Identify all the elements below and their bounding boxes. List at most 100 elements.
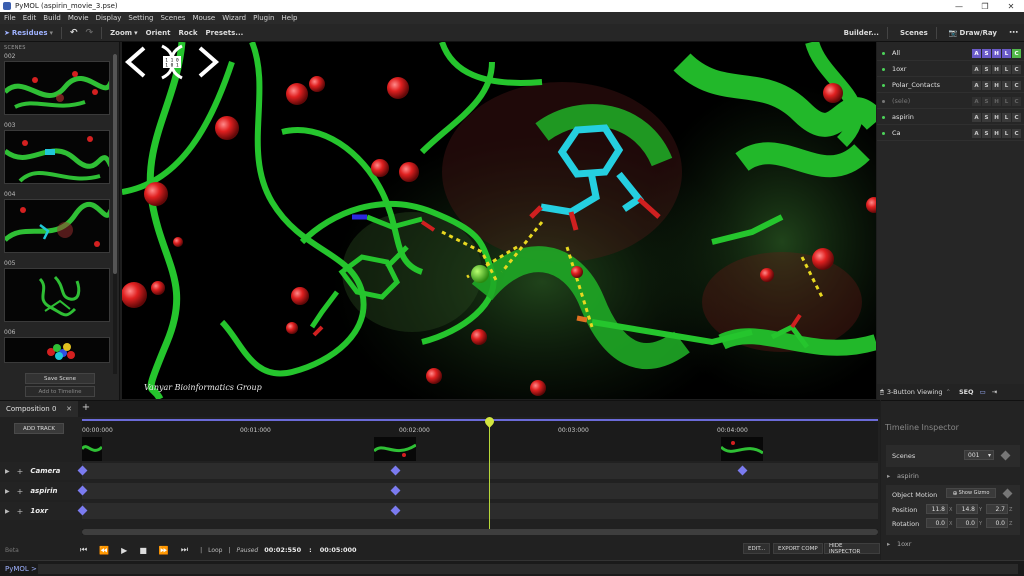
position-y-field[interactable]: 14.8: [956, 504, 978, 514]
visibility-dot-icon[interactable]: [882, 83, 885, 87]
rotation-z-field[interactable]: 0.0: [986, 518, 1008, 528]
edit-button[interactable]: EDIT...: [743, 543, 771, 554]
label-button[interactable]: L: [1002, 65, 1011, 74]
add-track-button[interactable]: ADD TRACK: [14, 423, 64, 434]
menu-movie[interactable]: Movie: [68, 14, 89, 22]
action-button[interactable]: A: [972, 97, 981, 106]
timeline-ruler[interactable]: 00:00:000 00:01:000 00:02:000 00:03:000 …: [82, 419, 878, 461]
menu-display[interactable]: Display: [96, 14, 122, 22]
chevron-up-icon[interactable]: ⌃: [945, 388, 950, 396]
scene-item[interactable]: 004: [4, 191, 112, 253]
menu-build[interactable]: Build: [43, 14, 61, 22]
scene-item[interactable]: 003: [4, 122, 112, 184]
menu-setting[interactable]: Setting: [128, 14, 153, 22]
track-lane[interactable]: [77, 503, 878, 519]
menu-edit[interactable]: Edit: [23, 14, 37, 22]
hide-button[interactable]: H: [992, 113, 1001, 122]
color-button[interactable]: C: [1012, 129, 1021, 138]
scene-item[interactable]: 005: [4, 260, 112, 322]
position-z-field[interactable]: 2.7: [986, 504, 1008, 514]
redo-icon[interactable]: ↷: [86, 28, 94, 38]
scene-thumbnail[interactable]: [4, 199, 110, 253]
molecular-viewport[interactable]: 1 1 0 1 0 1 Vanyar Bioinformatics Group: [122, 42, 876, 399]
scrollbar-thumb[interactable]: [113, 54, 117, 274]
seq-button[interactable]: SEQ: [959, 388, 974, 396]
keyframe-marker[interactable]: [390, 485, 401, 496]
menu-wizard[interactable]: Wizard: [222, 14, 246, 22]
close-tab-icon[interactable]: ✕: [66, 405, 72, 413]
position-x-field[interactable]: 11.8: [926, 504, 948, 514]
object-row-all[interactable]: All A S H L C: [877, 46, 1024, 61]
orient-button[interactable]: Orient: [146, 29, 171, 37]
rotation-x-field[interactable]: 0.0: [926, 518, 948, 528]
step-forward-icon[interactable]: ⏩: [159, 546, 169, 555]
color-button[interactable]: C: [1012, 113, 1021, 122]
scene-thumbnail[interactable]: [4, 61, 110, 115]
add-keyframe-icon[interactable]: +: [17, 467, 24, 476]
play-icon[interactable]: ▶: [121, 546, 127, 555]
movie-icon[interactable]: ▭: [980, 388, 986, 396]
scenes-scrollbar[interactable]: [113, 54, 117, 374]
visibility-dot-icon[interactable]: [882, 115, 885, 119]
action-button[interactable]: A: [972, 49, 981, 58]
label-button[interactable]: L: [1002, 49, 1011, 58]
expand-triangle-icon[interactable]: ▶: [5, 488, 10, 495]
object-row-ca[interactable]: Ca A S H L C: [877, 126, 1024, 141]
tab-composition-0[interactable]: Composition 0 ✕: [0, 401, 78, 417]
scene-select[interactable]: 001 ▾: [964, 450, 994, 460]
sidebar-toggle-icon[interactable]: ⇥: [992, 388, 997, 396]
label-button[interactable]: L: [1002, 113, 1011, 122]
maximize-button[interactable]: ❐: [972, 0, 998, 12]
scene-item[interactable]: 006: [4, 329, 112, 363]
rotation-y-field[interactable]: 0.0: [956, 518, 978, 528]
keyframe-marker[interactable]: [390, 505, 401, 516]
scrollbar-thumb[interactable]: [82, 529, 878, 535]
menu-scenes[interactable]: Scenes: [160, 14, 185, 22]
builder-button[interactable]: Builder...: [844, 29, 879, 37]
expand-arrow-icon[interactable]: ▸: [887, 540, 890, 548]
loop-toggle[interactable]: Loop: [208, 547, 222, 554]
action-button[interactable]: A: [972, 113, 981, 122]
add-composition-icon[interactable]: +: [80, 402, 92, 415]
object-row-1oxr[interactable]: 1oxr A S H L C: [877, 62, 1024, 77]
show-button[interactable]: S: [982, 81, 991, 90]
command-input[interactable]: [38, 564, 1018, 574]
color-button[interactable]: C: [1012, 97, 1021, 106]
undo-icon[interactable]: ↶: [70, 28, 78, 38]
presets-button[interactable]: Presets...: [206, 29, 244, 37]
scene-thumbnail[interactable]: [4, 268, 110, 322]
mouse-mode-dropdown[interactable]: 3-Button Viewing: [887, 388, 943, 396]
color-button[interactable]: C: [1012, 65, 1021, 74]
label-button[interactable]: L: [1002, 129, 1011, 138]
hide-button[interactable]: H: [992, 129, 1001, 138]
scene-thumbnail[interactable]: [4, 337, 110, 363]
scene-thumbnail-marker[interactable]: [721, 437, 763, 461]
visibility-dot-icon[interactable]: [882, 131, 885, 135]
track-lane[interactable]: [77, 463, 878, 479]
expand-arrow-icon[interactable]: ▸: [887, 472, 890, 480]
color-button[interactable]: C: [1012, 81, 1021, 90]
draw-ray-button[interactable]: 📷 Draw/Ray: [949, 29, 997, 37]
action-button[interactable]: A: [972, 129, 981, 138]
hide-inspector-button[interactable]: HIDE INSPECTOR: [824, 543, 880, 555]
skip-to-start-icon[interactable]: ⏮: [80, 545, 87, 555]
expand-triangle-icon[interactable]: ▶: [5, 468, 10, 475]
menu-mouse[interactable]: Mouse: [192, 14, 215, 22]
track-lane[interactable]: [77, 483, 878, 499]
add-keyframe-icon[interactable]: +: [17, 487, 24, 496]
more-options-icon[interactable]: ⋯: [1009, 28, 1018, 38]
color-button[interactable]: C: [1012, 49, 1021, 58]
show-button[interactable]: S: [982, 65, 991, 74]
show-gizmo-button[interactable]: ⊕ Show Gizmo: [946, 488, 996, 498]
keyframe-diamond-icon[interactable]: [1002, 488, 1013, 499]
scene-thumbnail-marker[interactable]: [374, 437, 416, 461]
skip-to-end-icon[interactable]: ⏭: [181, 545, 188, 555]
keyframe-diamond-icon[interactable]: [1000, 450, 1011, 461]
residues-selector[interactable]: ➤ Residues ▾: [4, 29, 53, 37]
keyframe-marker[interactable]: [390, 465, 401, 476]
object-row-polar-contacts[interactable]: Polar_Contacts A S H L C: [877, 78, 1024, 93]
menu-file[interactable]: File: [4, 14, 16, 22]
scene-thumbnail[interactable]: [4, 130, 110, 184]
stop-icon[interactable]: ■: [139, 546, 147, 555]
hide-button[interactable]: H: [992, 81, 1001, 90]
